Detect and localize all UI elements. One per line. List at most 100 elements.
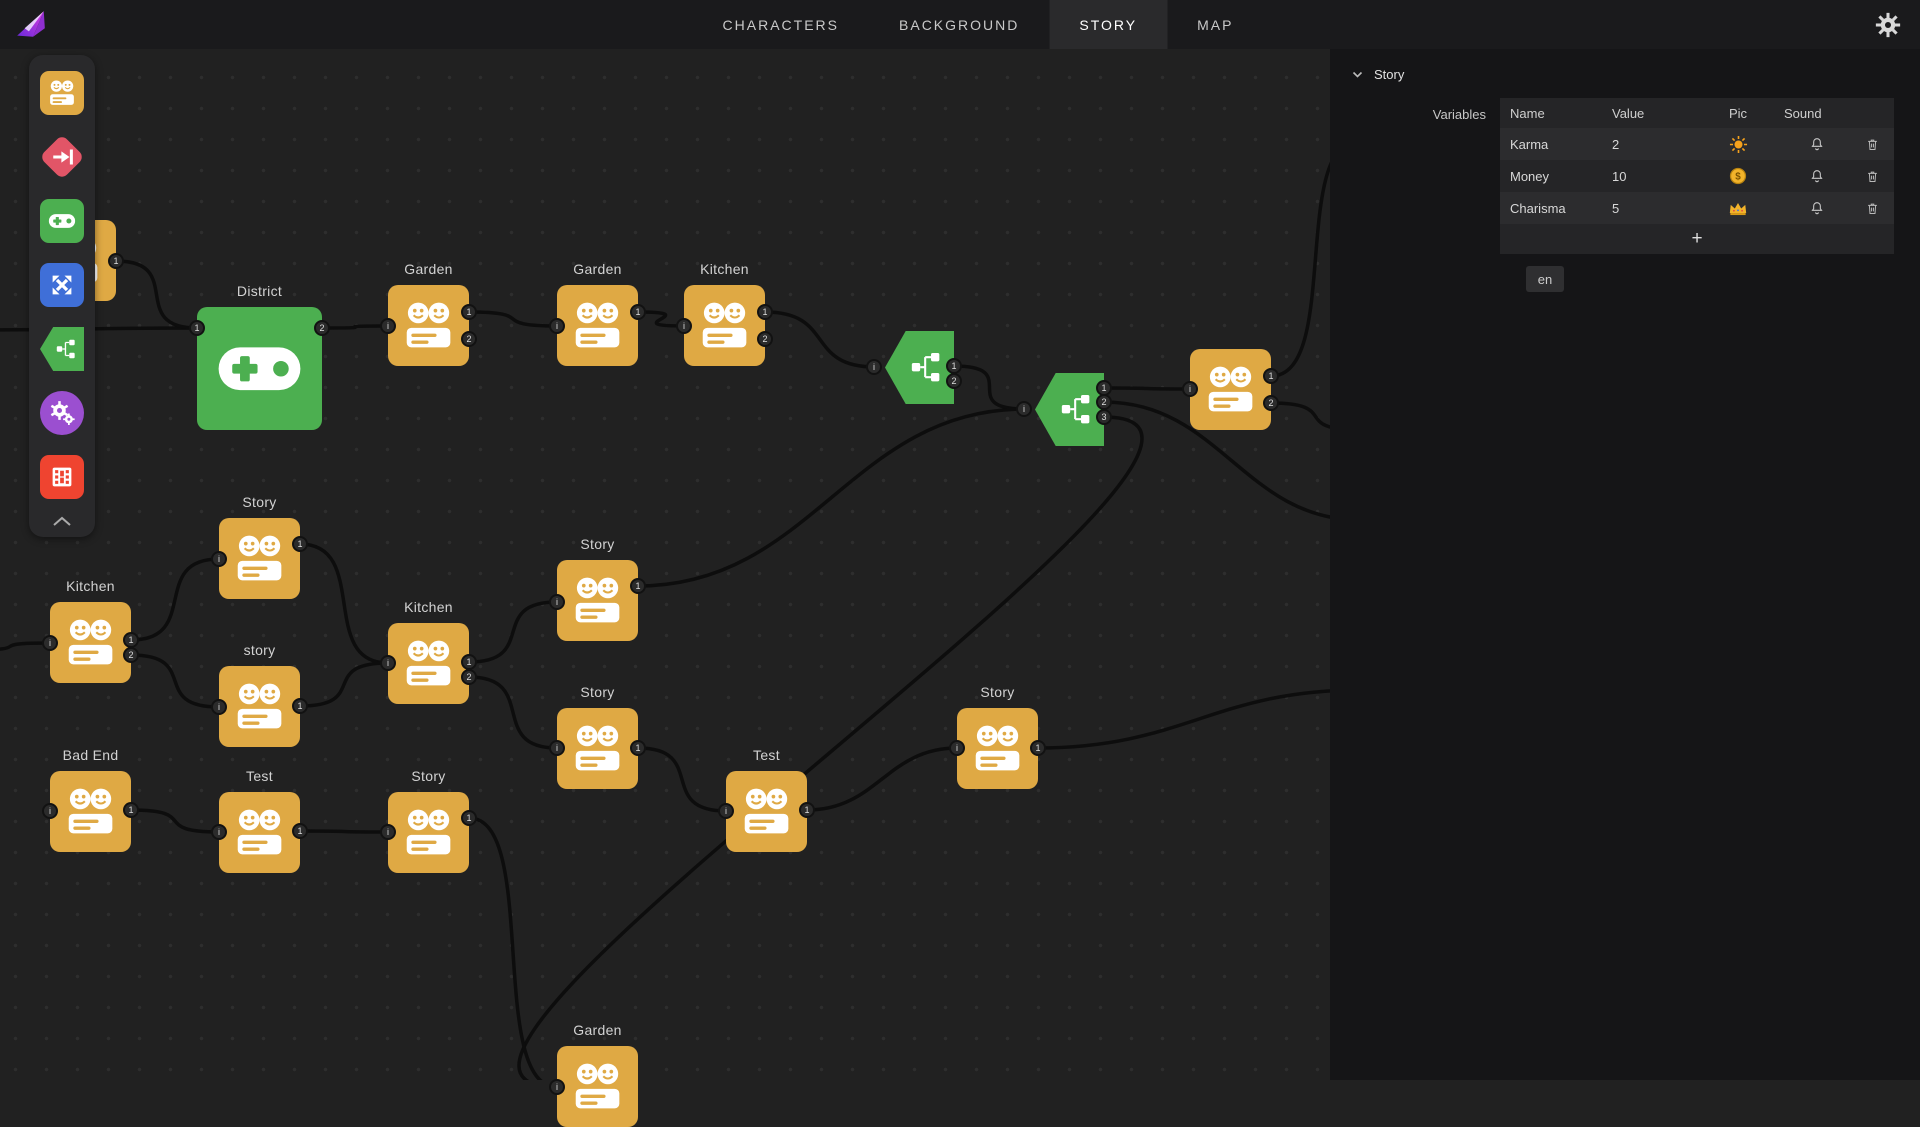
port-in-i[interactable]: i xyxy=(211,824,227,840)
port-out-1[interactable]: 1 xyxy=(461,304,477,320)
story-section-header[interactable]: Story xyxy=(1330,49,1920,82)
port-out-2[interactable]: 2 xyxy=(1263,395,1279,411)
variable-value[interactable]: 2 xyxy=(1612,137,1692,152)
port-out-1[interactable]: 1 xyxy=(292,536,308,552)
node-n-garden-bottom[interactable]: Gardeni xyxy=(557,1046,638,1127)
port-out-2[interactable]: 2 xyxy=(123,647,139,663)
node-n-story-c[interactable]: Storyi1 xyxy=(557,560,638,641)
port-out-2[interactable]: 2 xyxy=(461,669,477,685)
node-n-scene-right[interactable]: i12 xyxy=(1190,349,1271,430)
port-in-i[interactable]: i xyxy=(211,551,227,567)
port-in-i[interactable]: i xyxy=(676,318,692,334)
node-n-badend[interactable]: Bad Endi1 xyxy=(50,771,131,852)
port-in-i[interactable]: i xyxy=(718,803,734,819)
port-in-i[interactable]: i xyxy=(42,803,58,819)
language-button[interactable]: en xyxy=(1526,266,1564,292)
node-n-story-a[interactable]: Storyi1 xyxy=(219,518,300,599)
cutscene-node-tool[interactable] xyxy=(40,455,84,499)
node-n-cond-1[interactable]: i12 xyxy=(885,331,954,404)
port-out-1[interactable]: 1 xyxy=(630,304,646,320)
port-in-i[interactable]: i xyxy=(549,1079,565,1095)
port-out-2[interactable]: 2 xyxy=(946,373,962,389)
port-out-1[interactable]: 1 xyxy=(123,632,139,648)
port-in-1[interactable]: 1 xyxy=(189,320,205,336)
gear-icon[interactable] xyxy=(1874,11,1902,39)
bell-icon[interactable] xyxy=(1784,200,1850,216)
node-n-kitchen-mid[interactable]: Kitcheni12 xyxy=(388,623,469,704)
scene-node-icon xyxy=(219,792,300,873)
port-out-1[interactable]: 1 xyxy=(630,578,646,594)
header-value: Value xyxy=(1612,106,1692,121)
game-node-tool[interactable] xyxy=(40,199,84,243)
trash-icon[interactable] xyxy=(1850,137,1894,152)
port-in-i[interactable]: i xyxy=(866,359,882,375)
port-in-i[interactable]: i xyxy=(1016,401,1032,417)
tab-story[interactable]: STORY xyxy=(1049,0,1167,49)
variable-value[interactable]: 5 xyxy=(1612,201,1692,216)
node-n-garden-2[interactable]: Gardeni1 xyxy=(557,285,638,366)
node-n-district[interactable]: District12 xyxy=(197,307,322,430)
port-out-3[interactable]: 3 xyxy=(1096,409,1112,425)
scene-node-icon xyxy=(557,1046,638,1127)
node-n-story-f[interactable]: Storyi1 xyxy=(388,792,469,873)
add-variable-button[interactable]: + xyxy=(1500,224,1894,254)
port-in-i[interactable]: i xyxy=(380,318,396,334)
port-out-1[interactable]: 1 xyxy=(292,698,308,714)
port-out-1[interactable]: 1 xyxy=(108,253,124,269)
node-n-garden-1[interactable]: Gardeni12 xyxy=(388,285,469,366)
scene-node-tool[interactable] xyxy=(40,71,84,115)
port-out-2[interactable]: 2 xyxy=(1096,394,1112,410)
settings-node-tool[interactable] xyxy=(40,391,84,435)
port-out-2[interactable]: 2 xyxy=(461,331,477,347)
port-in-i[interactable]: i xyxy=(211,699,227,715)
port-in-i[interactable]: i xyxy=(549,594,565,610)
node-n-kitchen-top[interactable]: Kitcheni12 xyxy=(684,285,765,366)
tab-map[interactable]: MAP xyxy=(1167,0,1263,49)
port-in-i[interactable]: i xyxy=(42,635,58,651)
port-out-1[interactable]: 1 xyxy=(799,802,815,818)
port-in-i[interactable]: i xyxy=(1182,381,1198,397)
port-in-i[interactable]: i xyxy=(949,740,965,756)
node-n-test-left[interactable]: Testi1 xyxy=(219,792,300,873)
port-in-i[interactable]: i xyxy=(549,740,565,756)
bell-icon[interactable] xyxy=(1784,168,1850,184)
port-out-1[interactable]: 1 xyxy=(292,823,308,839)
port-out-2[interactable]: 2 xyxy=(757,331,773,347)
node-n-test-mid[interactable]: Testi1 xyxy=(726,771,807,852)
port-out-1[interactable]: 1 xyxy=(461,810,477,826)
tab-characters[interactable]: CHARACTERS xyxy=(693,0,869,49)
port-out-1[interactable]: 1 xyxy=(1263,368,1279,384)
sun-icon[interactable] xyxy=(1692,135,1784,154)
move-tool[interactable] xyxy=(40,263,84,307)
node-n-story-d[interactable]: Storyi1 xyxy=(557,708,638,789)
app-logo[interactable] xyxy=(14,8,48,42)
bell-icon[interactable] xyxy=(1784,136,1850,152)
coin-icon[interactable]: $ xyxy=(1692,167,1784,185)
port-out-1[interactable]: 1 xyxy=(123,802,139,818)
edge xyxy=(765,312,875,367)
condition-node-tool[interactable] xyxy=(40,327,84,371)
variable-name: Karma xyxy=(1500,137,1612,152)
port-out-1[interactable]: 1 xyxy=(757,304,773,320)
port-in-i[interactable]: i xyxy=(380,655,396,671)
port-out-1[interactable]: 1 xyxy=(630,740,646,756)
node-n-kitchen-left[interactable]: Kitcheni12 xyxy=(50,602,131,683)
port-out-1[interactable]: 1 xyxy=(946,358,962,374)
port-out-1[interactable]: 1 xyxy=(461,654,477,670)
port-out-1[interactable]: 1 xyxy=(1030,740,1046,756)
trash-icon[interactable] xyxy=(1850,201,1894,216)
crown-icon[interactable] xyxy=(1692,201,1784,216)
tab-background[interactable]: BACKGROUND xyxy=(869,0,1049,49)
node-label: Garden xyxy=(507,1022,688,1038)
node-n-story-e[interactable]: Storyi1 xyxy=(957,708,1038,789)
port-out-2[interactable]: 2 xyxy=(314,320,330,336)
node-n-story-b[interactable]: storyi1 xyxy=(219,666,300,747)
scene-node-icon xyxy=(50,602,131,683)
node-n-cond-2[interactable]: i123 xyxy=(1035,373,1104,446)
port-in-i[interactable]: i xyxy=(549,318,565,334)
trash-icon[interactable] xyxy=(1850,169,1894,184)
port-in-i[interactable]: i xyxy=(380,824,396,840)
chevron-up-icon[interactable] xyxy=(51,515,73,527)
variable-value[interactable]: 10 xyxy=(1612,169,1692,184)
exit-node-tool[interactable] xyxy=(40,135,84,179)
